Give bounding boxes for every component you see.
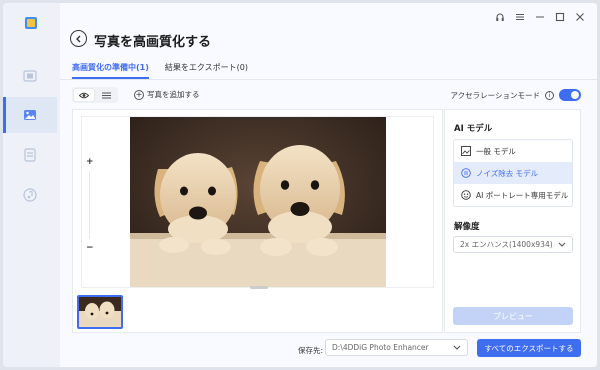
denoise-icon xyxy=(460,168,471,179)
export-all-button[interactable]: すべてのエクスポートする xyxy=(477,339,581,357)
settings-panel: AI モデル 一般 モデル ノイズ除去 モデル AI ポートレート専用モデル 解… xyxy=(444,109,581,333)
plus-icon: + xyxy=(134,89,144,100)
music-icon xyxy=(23,188,37,202)
zoom-in-button[interactable]: + xyxy=(86,157,94,167)
sidebar-item-document[interactable] xyxy=(3,137,57,173)
ai-model-title: AI モデル xyxy=(454,124,493,134)
sidebar xyxy=(3,3,57,367)
image-icon xyxy=(460,146,471,157)
add-photo-label: 写真を追加する xyxy=(147,90,200,99)
photo-icon xyxy=(24,110,36,120)
acceleration-label: アクセラレーションモード xyxy=(450,90,540,100)
document-icon xyxy=(24,148,36,162)
model-list: 一般 モデル ノイズ除去 モデル AI ポートレート専用モデル xyxy=(453,139,573,207)
back-button[interactable] xyxy=(70,30,87,47)
model-label-portrait: AI ポートレート専用モデル xyxy=(476,190,569,200)
chevron-down-icon xyxy=(453,345,461,350)
acceleration-mode: アクセラレーションモード i xyxy=(451,89,581,101)
maximize-icon[interactable] xyxy=(555,12,565,22)
tab-export-results[interactable]: 結果をエクスポート(0) xyxy=(165,62,248,79)
save-location-value: D:\4DDiG Photo Enhancer xyxy=(332,343,429,352)
menu-icon[interactable] xyxy=(515,12,525,22)
app-window: 写真を高画質化する 高画質化の準備中(1) 結果をエクスポート(0) + 写真を… xyxy=(3,3,597,367)
model-option-general[interactable]: 一般 モデル xyxy=(454,140,572,162)
close-icon[interactable] xyxy=(575,12,585,22)
resolution-title: 解像度 xyxy=(454,222,480,232)
window-controls xyxy=(495,12,585,22)
page-title: 写真を高画質化する xyxy=(94,35,212,50)
zoom-out-button[interactable]: − xyxy=(86,243,94,253)
minimize-icon[interactable] xyxy=(535,12,545,22)
model-label-general: 一般 モデル xyxy=(476,146,516,156)
face-icon xyxy=(460,190,471,201)
model-option-portrait[interactable]: AI ポートレート専用モデル xyxy=(454,184,572,206)
save-location-select[interactable]: D:\4DDiG Photo Enhancer xyxy=(325,339,468,356)
zoom-slider[interactable] xyxy=(89,171,90,239)
view-toggle xyxy=(72,87,118,103)
info-icon[interactable]: i xyxy=(545,90,554,100)
acceleration-toggle[interactable] xyxy=(559,89,581,101)
chevron-down-icon xyxy=(558,242,566,247)
tab-preparing[interactable]: 高画質化の準備中(1) xyxy=(72,62,149,79)
list-view-button[interactable] xyxy=(96,89,116,101)
sidebar-item-music[interactable] xyxy=(3,177,57,213)
compare-handle[interactable] xyxy=(250,286,268,289)
chevron-left-icon xyxy=(76,35,81,42)
resolution-value: 2x エンハンス(1400x934) xyxy=(460,240,553,249)
preview-view-button[interactable] xyxy=(74,89,94,101)
photo-thumbnail[interactable] xyxy=(77,295,123,329)
eye-icon xyxy=(79,92,89,98)
main-panel: 写真を高画質化する 高画質化の準備中(1) 結果をエクスポート(0) + 写真を… xyxy=(60,3,597,367)
save-location-label: 保存先: xyxy=(298,346,324,355)
video-icon xyxy=(23,70,37,82)
preview-image xyxy=(130,117,386,287)
app-logo-icon xyxy=(24,16,38,30)
preview-button[interactable]: プレビュー xyxy=(453,307,573,325)
preview-canvas: + − xyxy=(81,116,434,289)
tab-bar: 高画質化の準備中(1) 結果をエクスポート(0) xyxy=(72,62,248,79)
model-option-denoise[interactable]: ノイズ除去 モデル xyxy=(454,162,572,184)
resolution-select[interactable]: 2x エンハンス(1400x934) xyxy=(453,236,573,253)
sidebar-item-photo[interactable] xyxy=(3,97,57,133)
add-photo-button[interactable]: + 写真を追加する xyxy=(134,89,200,100)
sidebar-item-video[interactable] xyxy=(3,58,57,94)
model-label-denoise: ノイズ除去 モデル xyxy=(476,168,539,178)
list-icon xyxy=(101,92,111,98)
preview-panel: + − xyxy=(72,109,443,333)
tab-divider xyxy=(60,79,597,80)
headset-icon[interactable] xyxy=(495,12,505,22)
